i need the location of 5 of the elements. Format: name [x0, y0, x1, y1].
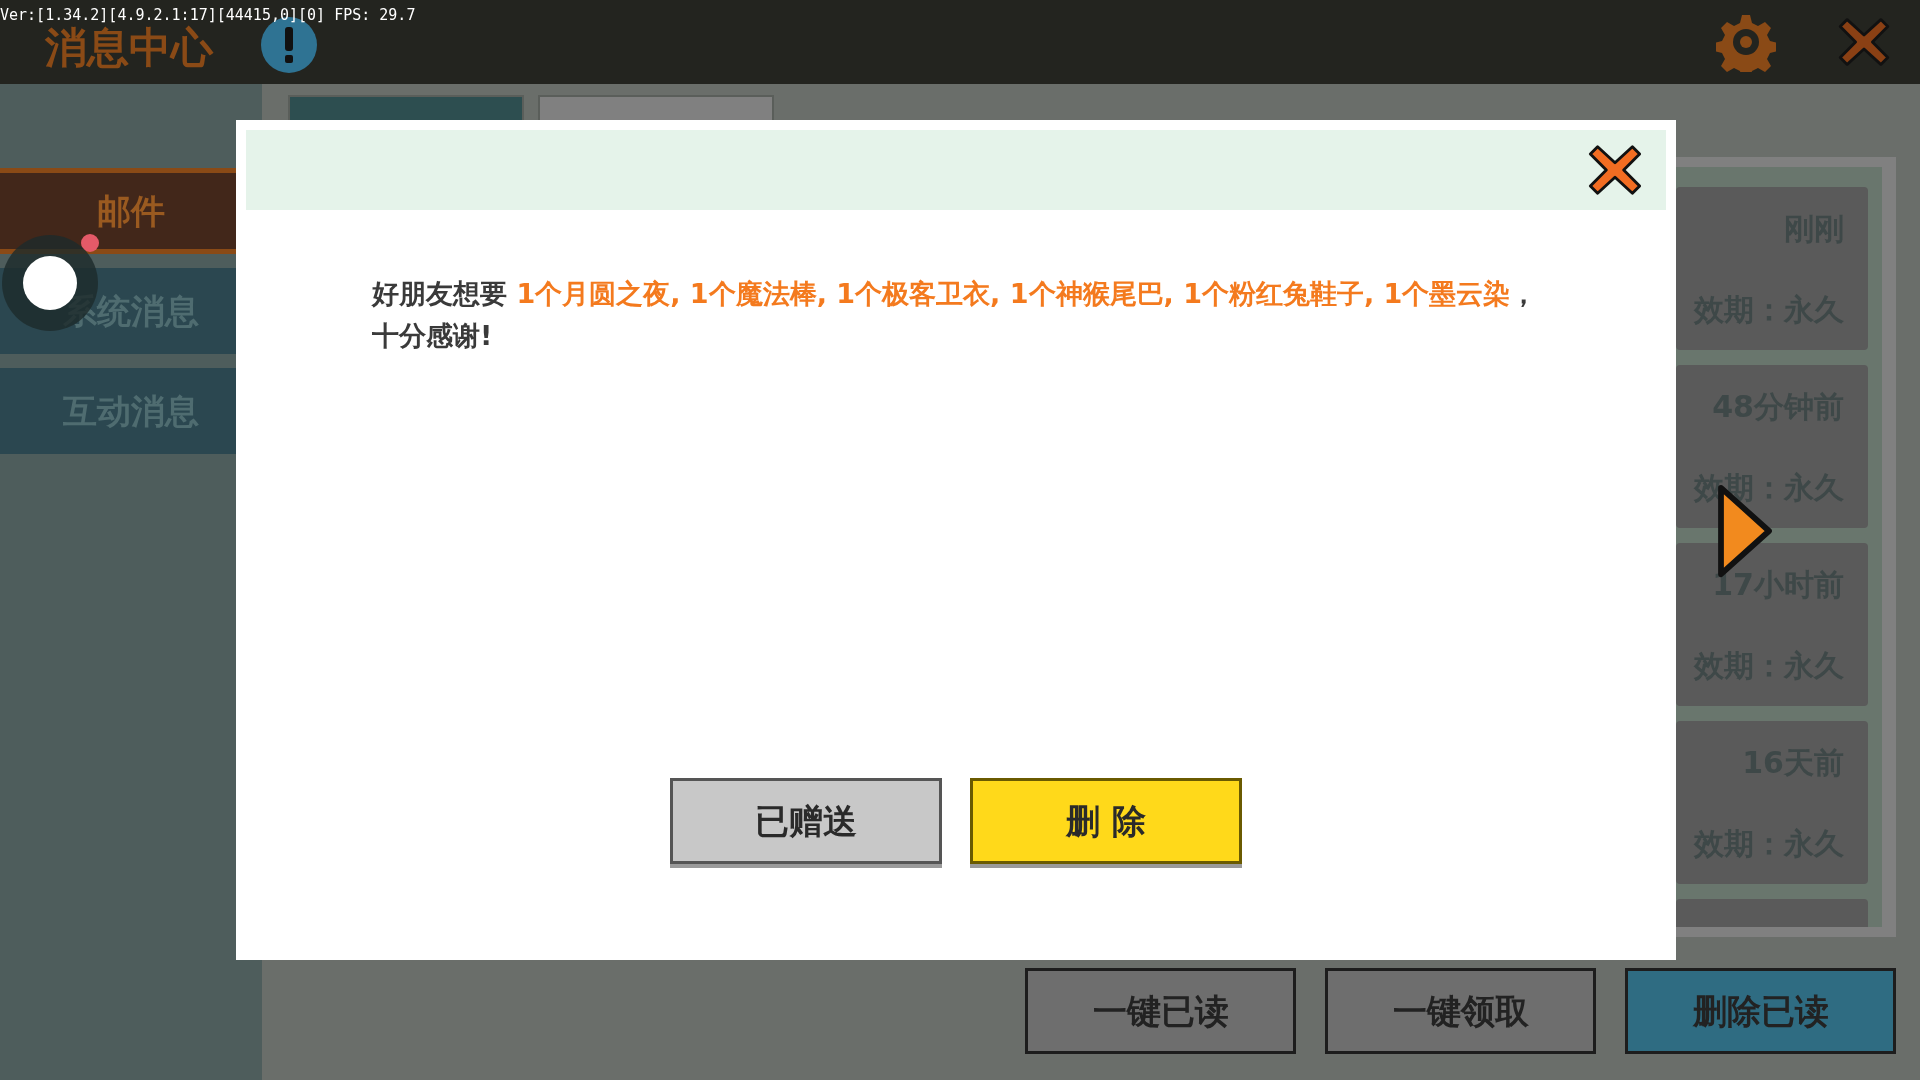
action-button[interactable]: 删除已读	[1625, 968, 1896, 1054]
request-message: 好朋友想要 1个月圆之夜, 1个魔法棒, 1个极客卫衣, 1个神猴尾巴, 1个粉红兔鞋子, 1个墨云染， 十分感谢!	[372, 277, 1539, 353]
action-button[interactable]: 一键领取	[1325, 968, 1596, 1054]
version-text: Ver:[1.34.2][4.9.2.1:17][44415,0][0] FPS: 29.7	[0, 5, 416, 24]
action-button[interactable]: 一键已读	[1025, 968, 1296, 1054]
